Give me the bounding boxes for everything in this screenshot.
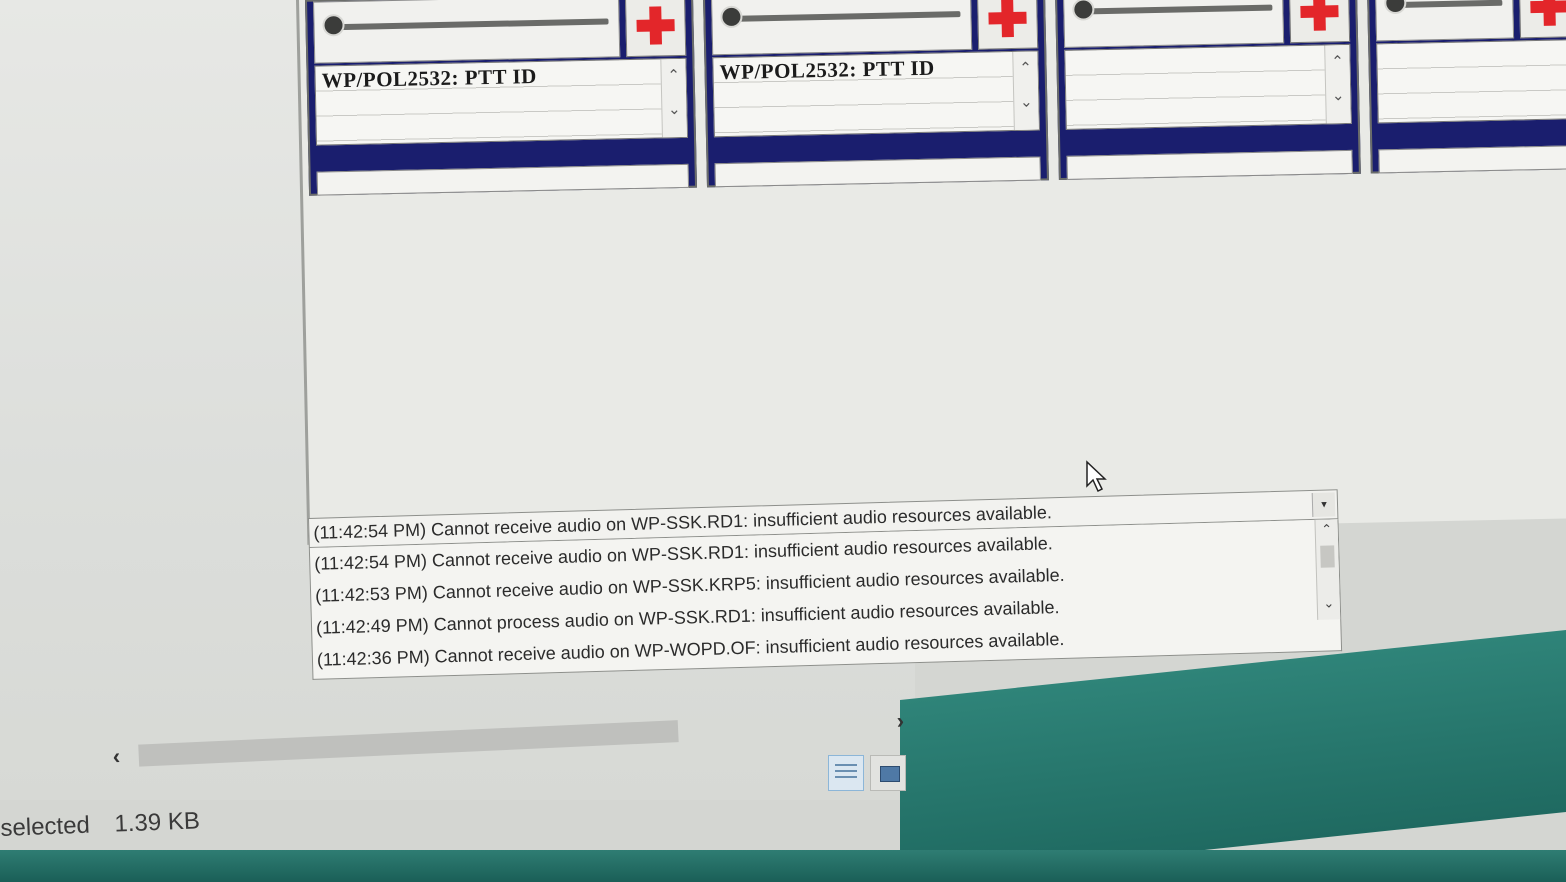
slider-track xyxy=(1392,0,1503,9)
channel-panels: WP/POL2532: PTT ID ⌃ ⌄ WP/POL2532: PTT I… xyxy=(304,0,1566,210)
channel-panel[interactable]: WP/POL2532: PTT ID ⌃ ⌄ xyxy=(702,0,1049,188)
ptt-id-list[interactable]: WP/POL2532: PTT ID ⌃ ⌄ xyxy=(712,50,1040,138)
ptt-id-label: WP/POL2532: PTT ID xyxy=(321,63,538,93)
desktop-strip xyxy=(0,850,1566,882)
red-cross-icon xyxy=(988,0,1027,37)
ptt-id-scrollbar[interactable]: ⌃ ⌄ xyxy=(660,58,687,138)
chevron-down-icon[interactable]: ⌄ xyxy=(1014,85,1039,119)
red-cross-icon xyxy=(1300,0,1339,31)
chevron-down-icon[interactable]: ⌄ xyxy=(662,93,687,127)
view-toggle xyxy=(828,755,908,795)
ptt-id-list[interactable] xyxy=(1376,39,1566,124)
dropdown-arrow-icon[interactable]: ▾ xyxy=(1311,492,1336,517)
selection-size: 1.39 KB xyxy=(113,807,201,838)
chevron-up-icon[interactable]: ⌃ xyxy=(1325,45,1350,79)
ptt-id-list[interactable]: WP/POL2532: PTT ID ⌃ ⌄ xyxy=(314,57,688,146)
red-cross-icon xyxy=(1530,0,1566,26)
channel-controls xyxy=(313,0,687,64)
chevron-up-icon[interactable]: ⌃ xyxy=(1316,521,1338,538)
dispatch-console-window: WP/POL2532: PTT ID ⌃ ⌄ WP/POL2532: PTT I… xyxy=(296,0,1566,545)
thumbnail-view-icon xyxy=(880,766,900,782)
chevron-right-icon[interactable]: › xyxy=(896,708,905,734)
red-cross-icon xyxy=(636,6,675,45)
channel-panel[interactable]: WP/POL2532: PTT ID ⌃ ⌄ xyxy=(304,0,698,196)
details-view-button[interactable] xyxy=(828,755,864,791)
event-log-scrollbar[interactable]: ⌃ ⌄ xyxy=(1314,519,1341,620)
channel-status-bar xyxy=(1378,145,1566,174)
ptt-id-scrollbar[interactable]: ⌃ ⌄ xyxy=(1012,51,1039,130)
volume-slider[interactable] xyxy=(1374,0,1515,42)
channel-panel[interactable]: ⌃ ⌄ xyxy=(1054,0,1361,181)
selection-status: selected xyxy=(0,811,91,842)
slider-knob-icon[interactable] xyxy=(1072,0,1095,21)
explorer-status-bar: selected 1.39 KB xyxy=(0,807,218,843)
mute-button[interactable] xyxy=(1288,0,1351,44)
slider-knob-icon[interactable] xyxy=(1384,0,1407,15)
chevron-down-icon[interactable]: ⌄ xyxy=(1326,79,1351,113)
mouse-pointer-icon xyxy=(1086,460,1107,493)
channel-panel[interactable] xyxy=(1366,0,1566,174)
slider-track xyxy=(1080,4,1273,15)
desktop-background xyxy=(900,630,1566,882)
slider-knob-icon[interactable] xyxy=(322,13,345,37)
slider-knob-icon[interactable] xyxy=(720,5,743,29)
slider-track xyxy=(330,18,609,31)
ptt-id-scrollbar[interactable]: ⌃ ⌄ xyxy=(1324,44,1351,124)
volume-slider[interactable] xyxy=(1062,0,1285,48)
chevron-left-icon[interactable]: ‹ xyxy=(112,743,121,769)
mute-button[interactable] xyxy=(976,0,1039,50)
volume-slider[interactable] xyxy=(313,0,621,64)
channel-status-bar xyxy=(714,156,1041,188)
channel-controls xyxy=(1062,0,1351,48)
channel-controls xyxy=(710,0,1039,56)
event-log: (11:42:54 PM) Cannot receive audio on WP… xyxy=(308,489,1343,680)
volume-slider[interactable] xyxy=(710,0,973,56)
large-icons-view-button[interactable] xyxy=(870,755,906,791)
ptt-id-list[interactable]: ⌃ ⌄ xyxy=(1064,43,1352,130)
mute-button[interactable] xyxy=(624,0,687,58)
channel-controls xyxy=(1374,0,1566,42)
details-view-icon xyxy=(835,764,857,782)
channel-status-bar xyxy=(316,163,690,196)
chevron-up-icon[interactable]: ⌃ xyxy=(661,59,686,93)
chevron-down-icon[interactable]: ⌄ xyxy=(1318,595,1340,612)
chevron-up-icon[interactable]: ⌃ xyxy=(1013,51,1038,85)
channel-status-bar xyxy=(1066,149,1353,180)
ptt-id-label: WP/POL2532: PTT ID xyxy=(719,55,935,85)
slider-track xyxy=(728,11,961,22)
scrollbar-thumb[interactable] xyxy=(1320,545,1335,568)
event-log-list[interactable]: (11:42:54 PM) Cannot receive audio on WP… xyxy=(308,519,1343,680)
mute-button[interactable] xyxy=(1518,0,1566,39)
